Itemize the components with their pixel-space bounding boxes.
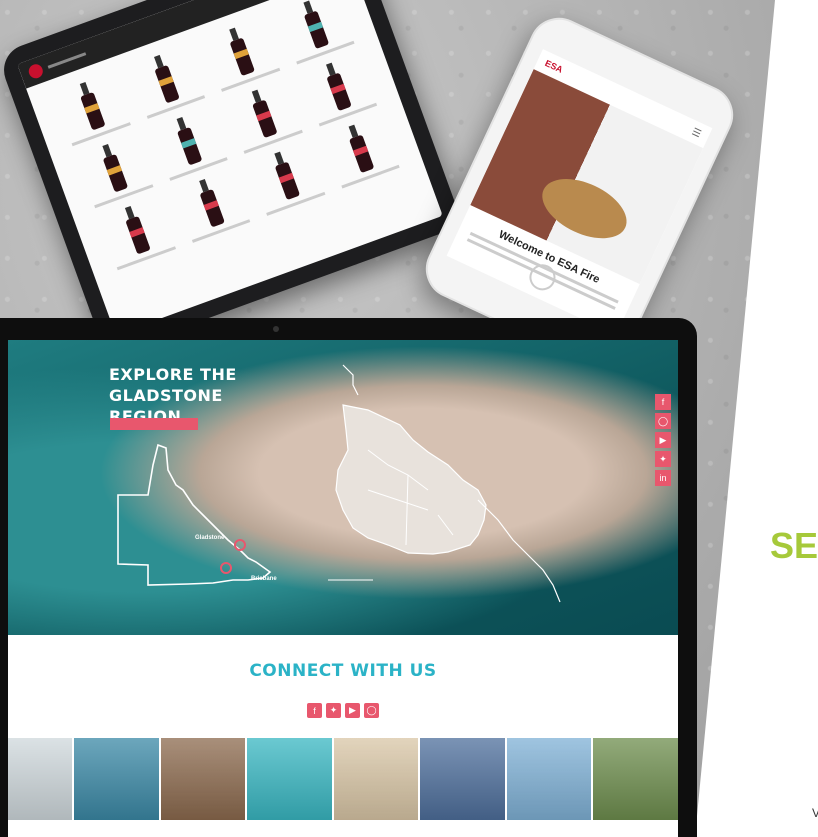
explore-button[interactable]	[110, 418, 198, 430]
phone-logo[interactable]: ESA	[543, 58, 564, 75]
connect-title: CONNECT WITH US	[249, 661, 437, 681]
hero-section: EXPLORE THE GLADSTONE REGION Gladstone B…	[8, 340, 678, 635]
connect-section: CONNECT WITH US f ✦ ▶ ◯	[8, 635, 678, 735]
turquoise-water-photo[interactable]	[247, 738, 332, 820]
facebook-icon[interactable]: f	[307, 703, 322, 718]
connect-social-icons: f ✦ ▶ ◯	[8, 703, 678, 718]
linkedin-icon[interactable]: in	[655, 470, 671, 486]
beach-photo[interactable]	[8, 738, 72, 820]
city-label-gladstone: Gladstone	[195, 535, 225, 541]
product-bottle[interactable]	[145, 105, 233, 183]
forest-photo[interactable]	[160, 738, 246, 820]
photo-gallery	[8, 738, 678, 820]
product-bottle[interactable]	[220, 78, 308, 156]
twitter-icon[interactable]: ✦	[326, 703, 341, 718]
gladstone-pin	[234, 539, 246, 551]
office-photo	[470, 69, 704, 285]
sand-turtle-photo[interactable]	[333, 738, 419, 820]
instagram-icon[interactable]: ◯	[655, 413, 671, 429]
camera-icon	[273, 326, 279, 332]
city-label-brisbane: Brisbane	[251, 576, 277, 582]
queensland-outline	[117, 443, 272, 586]
product-bottle[interactable]	[123, 43, 211, 121]
social-sidebar: f ◯ ▶ ✦ in	[655, 394, 673, 489]
brand-logo-icon	[26, 62, 45, 81]
product-bottle[interactable]	[48, 70, 136, 148]
product-bottle[interactable]	[317, 113, 405, 191]
product-bottle[interactable]	[242, 140, 330, 218]
product-bottle[interactable]	[93, 195, 181, 273]
kayak-island-photo[interactable]	[74, 738, 159, 820]
region-shape	[335, 404, 487, 555]
laptop-screen: EXPLORE THE GLADSTONE REGION Gladstone B…	[8, 340, 678, 837]
sunset-kayak-photo[interactable]	[420, 738, 505, 820]
twitter-icon[interactable]: ✦	[655, 451, 671, 467]
round-table-shape	[533, 166, 636, 251]
product-bottle[interactable]	[168, 167, 256, 245]
instagram-icon[interactable]: ◯	[364, 703, 379, 718]
laptop-device: EXPLORE THE GLADSTONE REGION Gladstone B…	[0, 318, 697, 837]
youtube-icon[interactable]: ▶	[345, 703, 360, 718]
youtube-icon[interactable]: ▶	[655, 432, 671, 448]
product-bottle[interactable]	[295, 51, 383, 129]
side-heading-fragment: SE	[770, 525, 818, 566]
product-bottle[interactable]	[70, 133, 158, 211]
brisbane-pin	[220, 562, 232, 574]
facebook-icon[interactable]: f	[655, 394, 671, 410]
rocky-shore-photo[interactable]	[506, 738, 592, 820]
headland-photo[interactable]	[593, 738, 678, 820]
side-corner-fragment: V	[812, 806, 818, 820]
brand-name-line	[47, 51, 87, 69]
hamburger-menu-icon[interactable]: ☰	[690, 126, 703, 140]
product-bottle[interactable]	[197, 16, 285, 94]
